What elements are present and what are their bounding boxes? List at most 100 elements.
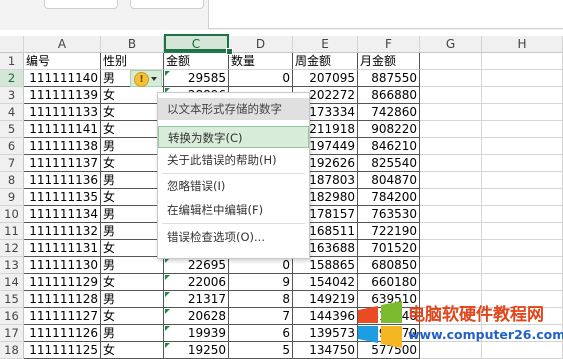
cell-sex[interactable]: 女 xyxy=(101,308,164,325)
select-all-corner[interactable] xyxy=(0,36,24,53)
cell-month[interactable]: 701520 xyxy=(358,240,420,257)
ribbon-control[interactable] xyxy=(44,0,118,9)
cell-month[interactable]: 742860 xyxy=(358,104,420,121)
empty-cell[interactable] xyxy=(482,70,563,87)
empty-cell[interactable] xyxy=(482,104,563,121)
cell-month[interactable]: 866880 xyxy=(358,87,420,104)
row-header[interactable]: 7 xyxy=(0,155,24,172)
row-header[interactable]: 16 xyxy=(0,308,24,325)
column-header-col-a[interactable]: A xyxy=(24,36,101,53)
cell-id[interactable]: 111111137 xyxy=(24,155,101,172)
menu-item-ignore-error[interactable]: 忽略错误(I) xyxy=(158,175,309,197)
cell-id[interactable]: 111111136 xyxy=(24,172,101,189)
cell-sex[interactable]: 女 xyxy=(101,155,164,172)
empty-cell[interactable] xyxy=(482,87,563,104)
cell-amount[interactable]: 20628 xyxy=(164,308,229,325)
row-header[interactable]: 5 xyxy=(0,121,24,138)
column-header-col-e[interactable]: E xyxy=(293,36,358,53)
row-header[interactable]: 15 xyxy=(0,291,24,308)
cell-month[interactable]: 784200 xyxy=(358,189,420,206)
header-cell-id[interactable]: 编号 xyxy=(24,53,101,70)
row-header[interactable]: 18 xyxy=(0,342,24,359)
cell-sex[interactable]: 女 xyxy=(101,121,164,138)
cell-id[interactable]: 111111127 xyxy=(24,308,101,325)
cell-amount[interactable]: 29585 xyxy=(164,70,229,87)
cell-week[interactable]: 154042 xyxy=(293,274,358,291)
cell-id[interactable]: 111111126 xyxy=(24,325,101,342)
cell-id[interactable]: 111111132 xyxy=(24,223,101,240)
cell-week[interactable]: 144396 xyxy=(293,308,358,325)
dropdown-arrow-icon[interactable] xyxy=(151,77,157,81)
cell-id[interactable]: 111111129 xyxy=(24,274,101,291)
row-header[interactable]: 9 xyxy=(0,189,24,206)
cell-qty[interactable]: 6 xyxy=(229,325,293,342)
header-cell-month[interactable]: 月金额 xyxy=(358,53,420,70)
row-header[interactable]: 10 xyxy=(0,206,24,223)
cell-month[interactable]: 763530 xyxy=(358,206,420,223)
cell-month[interactable]: 846210 xyxy=(358,138,420,155)
cell-id[interactable]: 111111130 xyxy=(24,257,101,274)
cell-month[interactable]: 680850 xyxy=(358,257,420,274)
empty-cell[interactable] xyxy=(420,223,482,240)
cell-sex[interactable]: 女 xyxy=(101,342,164,359)
row-header[interactable]: 11 xyxy=(0,223,24,240)
cell-month[interactable]: 804870 xyxy=(358,172,420,189)
empty-cell[interactable] xyxy=(420,121,482,138)
cell-id[interactable]: 111111138 xyxy=(24,138,101,155)
cell-id[interactable]: 111111140 xyxy=(24,70,101,87)
cell-sex[interactable]: 男 xyxy=(101,172,164,189)
cell-sex[interactable]: 女 xyxy=(101,189,164,206)
header-cell-amount[interactable]: 金额 xyxy=(164,53,229,70)
empty-cell[interactable] xyxy=(420,138,482,155)
cell-week[interactable]: 158865 xyxy=(293,257,358,274)
header-cell-week[interactable]: 周金额 xyxy=(293,53,358,70)
cell-id[interactable]: 111111139 xyxy=(24,87,101,104)
menu-item-edit-in-formula-bar[interactable]: 在编辑栏中编辑(F) xyxy=(158,199,309,221)
empty-cell[interactable] xyxy=(420,87,482,104)
empty-cell[interactable] xyxy=(482,240,563,257)
cell-month[interactable]: 887550 xyxy=(358,70,420,87)
cell-id[interactable]: 111111128 xyxy=(24,291,101,308)
column-header-col-g[interactable]: G xyxy=(420,36,482,53)
cell-week[interactable]: 207095 xyxy=(293,70,358,87)
empty-cell[interactable] xyxy=(482,206,563,223)
empty-cell[interactable] xyxy=(420,240,482,257)
row-header[interactable]: 4 xyxy=(0,104,24,121)
cell-qty[interactable]: 0 xyxy=(229,257,293,274)
cell-sex[interactable]: 女 xyxy=(101,240,164,257)
empty-cell[interactable] xyxy=(482,121,563,138)
cell-amount[interactable]: 22006 xyxy=(164,274,229,291)
cell-month[interactable]: 660180 xyxy=(358,274,420,291)
row-header[interactable]: 8 xyxy=(0,172,24,189)
row-header[interactable]: 6 xyxy=(0,138,24,155)
cell-amount[interactable]: 22695 xyxy=(164,257,229,274)
row-header[interactable]: 2 xyxy=(0,70,24,87)
cell-qty[interactable]: 5 xyxy=(229,342,293,359)
row-header[interactable]: 1 xyxy=(0,53,24,70)
menu-item-error-check-options[interactable]: 错误检查选项(O)... xyxy=(158,226,309,248)
empty-cell[interactable] xyxy=(482,189,563,206)
row-header[interactable]: 3 xyxy=(0,87,24,104)
cell-id[interactable]: 111111141 xyxy=(24,121,101,138)
empty-cell[interactable] xyxy=(420,53,482,70)
empty-cell[interactable] xyxy=(482,274,563,291)
cell-amount[interactable]: 19250 xyxy=(164,342,229,359)
cell-sex[interactable]: 女 xyxy=(101,87,164,104)
empty-cell[interactable] xyxy=(420,104,482,121)
warning-icon[interactable]: ! xyxy=(134,72,149,87)
cell-week[interactable]: 134750 xyxy=(293,342,358,359)
cell-sex[interactable]: 男 xyxy=(101,291,164,308)
empty-cell[interactable] xyxy=(420,189,482,206)
empty-cell[interactable] xyxy=(420,70,482,87)
cell-sex[interactable]: 男 xyxy=(101,257,164,274)
column-header-col-c[interactable]: C xyxy=(164,36,229,53)
column-header-col-b[interactable]: B xyxy=(101,36,164,53)
cell-month[interactable]: 908220 xyxy=(358,121,420,138)
cell-id[interactable]: 111111134 xyxy=(24,206,101,223)
empty-cell[interactable] xyxy=(482,138,563,155)
column-header-col-d[interactable]: D xyxy=(229,36,293,53)
cell-month[interactable]: 825540 xyxy=(358,155,420,172)
cell-id[interactable]: 111111135 xyxy=(24,189,101,206)
cell-sex[interactable]: 男 xyxy=(101,206,164,223)
cell-week[interactable]: 139573 xyxy=(293,325,358,342)
